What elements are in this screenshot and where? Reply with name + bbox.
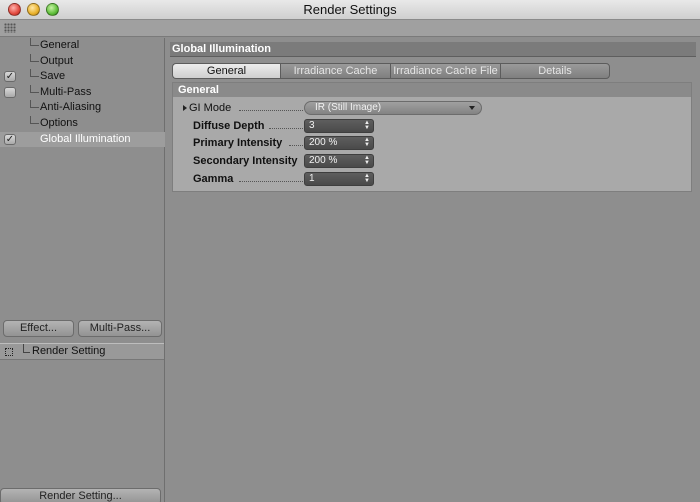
effect-button[interactable]: Effect... [3, 320, 74, 337]
tab-details[interactable]: Details [500, 63, 610, 79]
diffuse-depth-field[interactable]: 3 ▲ ▼ [304, 119, 374, 133]
dotted-leader [239, 110, 303, 111]
render-setting-button[interactable]: Render Setting... [0, 488, 161, 502]
secondary-intensity-row: Secondary Intensity 200 % ▲ ▼ [183, 154, 683, 169]
primary-intensity-label: Primary Intensity [193, 137, 283, 149]
tree-branch-line [30, 84, 39, 93]
gi-mode-label: GI Mode [189, 102, 232, 114]
diffuse-depth-value: 3 [309, 120, 315, 131]
sidebar-item-save[interactable]: ✓ Save [0, 69, 165, 85]
render-setting-icon [5, 348, 13, 356]
sidebar-item-options[interactable]: Options [0, 115, 165, 132]
disclosure-triangle-icon[interactable] [183, 105, 187, 111]
sidebar-item-label: General [40, 39, 80, 51]
gi-mode-row: GI Mode IR (Still Image) [183, 101, 683, 116]
secondary-intensity-label: Secondary Intensity [193, 155, 298, 167]
gamma-label: Gamma [193, 173, 234, 185]
tab-irradiance-cache[interactable]: Irradiance Cache [280, 63, 390, 79]
tree-branch-line [30, 69, 39, 78]
tab-irradiance-cache-file[interactable]: Irradiance Cache File [390, 63, 500, 79]
gamma-field[interactable]: 1 ▲ ▼ [304, 172, 374, 186]
tree-branch-line [30, 38, 39, 46]
dotted-leader [239, 181, 303, 182]
sidebar-item-label: Save [40, 70, 66, 83]
sidebar-item-label: Global Illumination [40, 132, 131, 145]
save-checkbox[interactable]: ✓ [4, 71, 16, 83]
primary-intensity-value: 200 % [309, 137, 338, 148]
render-setting-label: Render Setting [32, 345, 106, 357]
secondary-intensity-field[interactable]: 200 % ▲ ▼ [304, 154, 374, 168]
chevron-down-icon [469, 106, 475, 110]
sidebar-item-label: Multi-Pass [40, 85, 92, 98]
multi-pass-checkbox[interactable] [4, 86, 16, 98]
settings-sidebar: General Output ✓ Save Multi-Pass Anti-Al… [0, 38, 165, 502]
primary-intensity-row: Primary Intensity 200 % ▲ ▼ [183, 136, 683, 151]
dotted-leader [289, 145, 303, 146]
sidebar-item-label: Output [40, 54, 74, 67]
title-bar: Render Settings [0, 0, 700, 20]
sidebar-item-anti-aliasing[interactable]: Anti-Aliasing [0, 100, 165, 116]
window-title: Render Settings [303, 2, 397, 17]
gamma-row: Gamma 1 ▲ ▼ [183, 172, 683, 187]
toolbar-strip [0, 20, 700, 37]
sidebar-item-label: Anti-Aliasing [40, 101, 102, 114]
grip-icon[interactable] [4, 23, 16, 33]
primary-intensity-field[interactable]: 200 % ▲ ▼ [304, 136, 374, 150]
multi-pass-button[interactable]: Multi-Pass... [78, 320, 162, 337]
tree-branch-line [30, 115, 39, 124]
tree-branch-line [23, 344, 30, 353]
sidebar-item-multi-pass[interactable]: Multi-Pass [0, 84, 165, 101]
group-title: General [173, 83, 691, 97]
page-title: Global Illumination [170, 42, 696, 57]
render-setting-item[interactable]: Render Setting [0, 343, 164, 360]
gamma-value: 1 [309, 173, 315, 184]
sidebar-item-output[interactable]: Output [0, 53, 165, 70]
global-illumination-checkbox[interactable]: ✓ [4, 133, 16, 145]
diffuse-depth-label: Diffuse Depth [193, 120, 265, 132]
general-group: General GI Mode IR (Still Image) Diffuse… [172, 82, 692, 192]
settings-main: Global Illumination General Irradiance C… [166, 38, 700, 502]
diffuse-depth-row: Diffuse Depth 3 ▲ ▼ [183, 119, 683, 134]
sidebar-item-label: Options [40, 116, 78, 129]
gi-mode-select[interactable]: IR (Still Image) [304, 101, 482, 115]
spinner-arrows-icon[interactable]: ▲ ▼ [364, 155, 370, 166]
dotted-leader [269, 128, 303, 129]
spinner-arrows-icon[interactable]: ▲ ▼ [364, 173, 370, 184]
spinner-arrows-icon[interactable]: ▲ ▼ [364, 120, 370, 131]
sidebar-item-global-illumination[interactable]: ✓ Global Illumination [0, 131, 165, 148]
tree-branch-line [30, 53, 39, 62]
settings-tree: General Output ✓ Save Multi-Pass Anti-Al… [0, 38, 165, 148]
sidebar-item-general[interactable]: General [0, 38, 165, 54]
tree-branch-line [30, 100, 39, 109]
spinner-arrows-icon[interactable]: ▲ ▼ [364, 137, 370, 148]
secondary-intensity-value: 200 % [309, 155, 338, 166]
gi-mode-value: IR (Still Image) [315, 102, 382, 113]
tab-bar: General Irradiance Cache Irradiance Cach… [172, 63, 610, 79]
tab-general[interactable]: General [172, 63, 280, 79]
